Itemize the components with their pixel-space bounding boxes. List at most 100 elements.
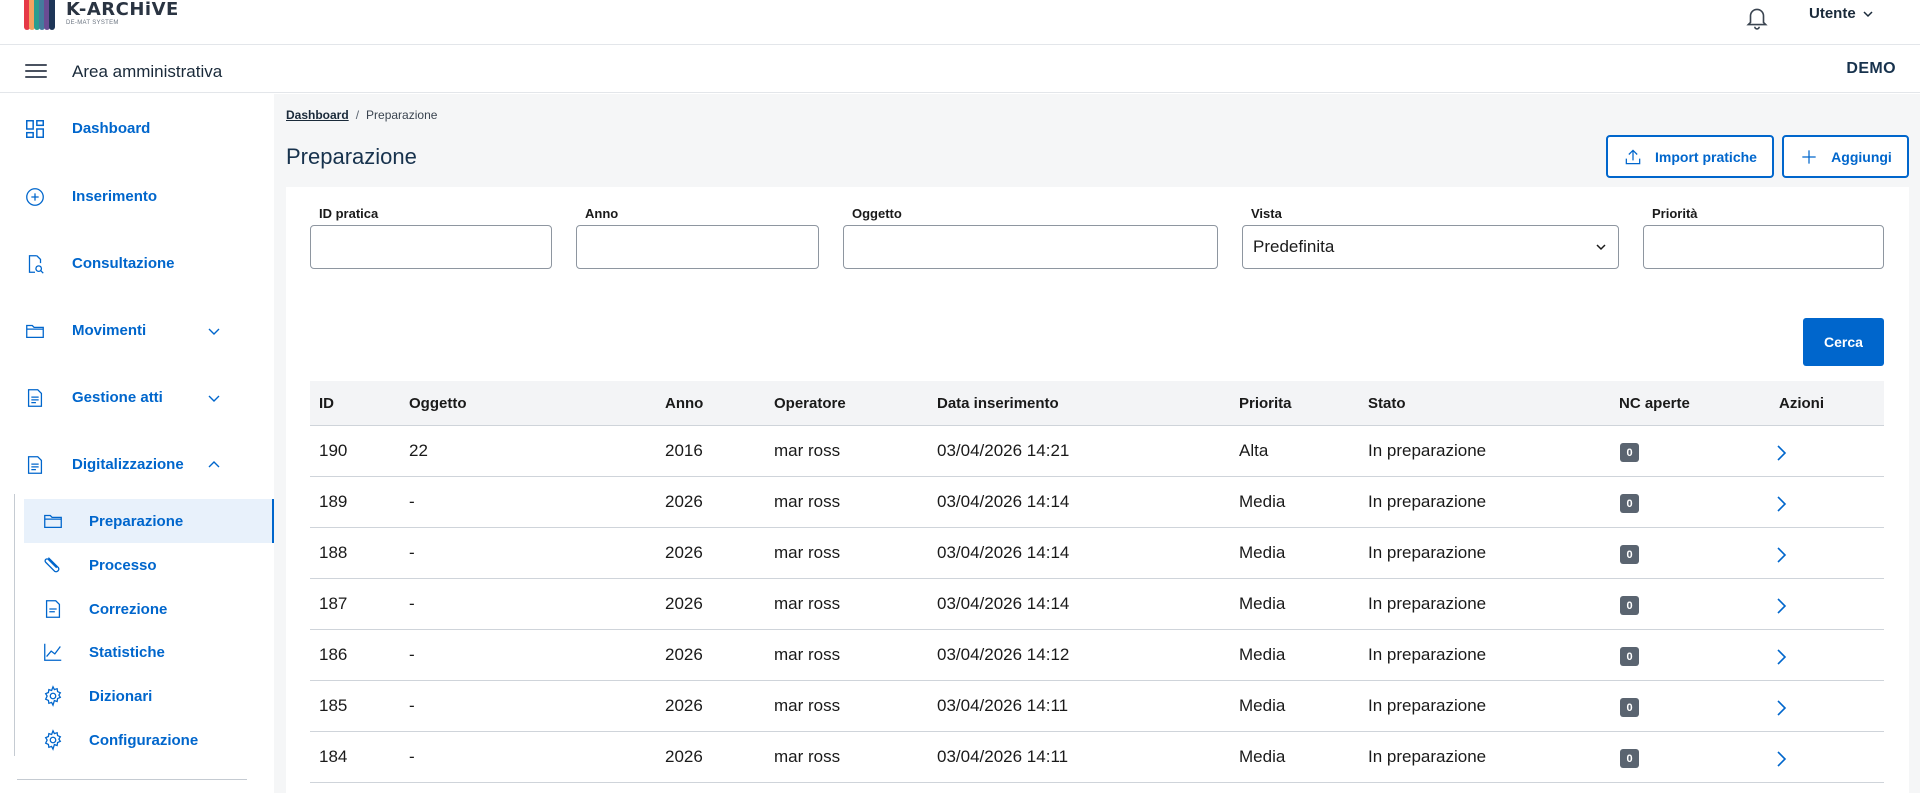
cell-stato: In preparazione xyxy=(1368,747,1487,766)
document-icon xyxy=(27,389,43,407)
hamburger-menu-icon[interactable] xyxy=(25,64,47,78)
page-title: Preparazione xyxy=(286,144,417,169)
column-header-priorita[interactable]: Priorita xyxy=(1239,395,1292,412)
chevron-right-icon[interactable] xyxy=(1770,646,1792,668)
table-row[interactable]: 189 - 2026 mar ross 03/04/2026 14:14 Med… xyxy=(310,477,1884,528)
table-row[interactable]: 187 - 2026 mar ross 03/04/2026 14:14 Med… xyxy=(310,579,1884,630)
column-header-nc-aperte[interactable]: NC aperte xyxy=(1619,395,1690,412)
nc-aperte-badge: 0 xyxy=(1620,698,1639,717)
sidebar-item-dashboard[interactable]: Dashboard xyxy=(24,114,150,144)
dashboard-grid-icon xyxy=(26,120,44,138)
main-content: Dashboard / Preparazione Preparazione Impo… xyxy=(274,94,1920,793)
column-header-operatore[interactable]: Operatore xyxy=(774,395,846,412)
search-button[interactable]: Cerca xyxy=(1803,318,1884,366)
cell-anno: 2026 xyxy=(665,492,703,511)
bell-icon[interactable] xyxy=(1744,4,1770,30)
sidebar-subitem-processo[interactable]: Processo xyxy=(24,543,274,587)
cell-id: 189 xyxy=(319,492,348,511)
sidebar-item-consultazione[interactable]: Consultazione xyxy=(24,249,175,279)
breadcrumb-current: Preparazione xyxy=(366,108,438,122)
cell-operatore: mar ross xyxy=(774,696,841,715)
cell-oggetto: - xyxy=(409,747,415,766)
cell-operatore: mar ross xyxy=(774,492,841,511)
id-pratica-input[interactable] xyxy=(310,225,552,269)
chevron-right-icon[interactable] xyxy=(1770,697,1792,719)
sidebar-item-movimenti[interactable]: Movimenti xyxy=(24,316,220,346)
cell-data-inserimento: 03/04/2026 14:11 xyxy=(937,696,1069,715)
plus-circle-icon xyxy=(26,188,44,206)
vista-select[interactable]: Predefinita xyxy=(1242,225,1619,269)
column-header-id[interactable]: ID xyxy=(319,395,334,412)
submenu-divider xyxy=(14,494,15,756)
tenant-label: DEMO xyxy=(1846,60,1896,77)
add-button[interactable]: Aggiungi xyxy=(1782,135,1909,178)
cell-operatore: mar ross xyxy=(774,441,841,460)
sidebar-item-gestione-atti[interactable]: Gestione atti xyxy=(24,383,220,413)
sidebar-item-label: Dashboard xyxy=(72,120,151,137)
chevron-right-icon[interactable] xyxy=(1770,748,1792,770)
sidebar-item-digitalizzazione[interactable]: Digitalizzazione xyxy=(24,450,220,480)
user-menu-label: Utente xyxy=(1809,5,1856,22)
nc-aperte-badge: 0 xyxy=(1620,494,1639,513)
sidebar-subitem-configurazione[interactable]: Configurazione xyxy=(24,718,274,762)
document-icon xyxy=(45,600,61,618)
sidebar-subitem-dizionari[interactable]: Dizionari xyxy=(24,674,274,718)
clip-icon xyxy=(44,557,60,573)
cell-priorita: Media xyxy=(1239,594,1286,613)
sidebar: Dashboard Inserimento Consultazione Movi… xyxy=(0,94,274,793)
table-row[interactable]: 186 - 2026 mar ross 03/04/2026 14:12 Med… xyxy=(310,630,1884,681)
cell-operatore: mar ross xyxy=(774,747,841,766)
breadcrumb-separator: / xyxy=(355,108,360,122)
sidebar-item-inserimento[interactable]: Inserimento xyxy=(24,182,157,212)
chevron-right-icon[interactable] xyxy=(1770,595,1792,617)
chevron-right-icon[interactable] xyxy=(1770,442,1792,464)
sidebar-divider xyxy=(17,779,247,780)
import-pratiche-button[interactable]: Import pratiche xyxy=(1606,135,1774,178)
cell-oggetto: - xyxy=(409,696,415,715)
cell-oggetto: - xyxy=(409,594,415,613)
area-header: Area amministrativa DEMO xyxy=(0,45,1920,93)
user-menu[interactable]: Utente xyxy=(1809,5,1874,22)
sidebar-subitem-label: Correzione xyxy=(89,601,168,618)
column-header-azioni: Azioni xyxy=(1779,395,1824,412)
logo-title: K-ARCHiVE xyxy=(66,0,179,20)
chevron-down-icon xyxy=(1863,10,1873,17)
app-logo[interactable]: K-ARCHiVE DE-MAT SYSTEM xyxy=(24,0,179,32)
cell-data-inserimento: 03/04/2026 14:14 xyxy=(937,594,1070,613)
cell-data-inserimento: 03/04/2026 14:12 xyxy=(937,645,1070,664)
sidebar-item-label: Inserimento xyxy=(72,188,158,205)
cell-priorita: Media xyxy=(1239,543,1286,562)
add-button-label: Aggiungi xyxy=(1831,148,1892,165)
column-header-data-inserimento[interactable]: Data inserimento xyxy=(937,395,1059,412)
table-row[interactable]: 184 - 2026 mar ross 03/04/2026 14:11 Med… xyxy=(310,732,1884,783)
cell-stato: In preparazione xyxy=(1368,543,1487,562)
table-row[interactable]: 190 22 2016 mar ross 03/04/2026 14:21 Al… xyxy=(310,426,1884,477)
sidebar-item-label: Consultazione xyxy=(72,255,175,272)
cell-priorita: Media xyxy=(1239,645,1286,664)
sidebar-subitem-label: Processo xyxy=(89,557,157,574)
column-header-oggetto[interactable]: Oggetto xyxy=(409,395,467,412)
cell-stato: In preparazione xyxy=(1368,441,1487,460)
table-row[interactable]: 185 - 2026 mar ross 03/04/2026 14:11 Med… xyxy=(310,681,1884,732)
breadcrumb-link-dashboard[interactable]: Dashboard xyxy=(286,108,349,122)
sidebar-subitem-correzione[interactable]: Correzione xyxy=(24,587,274,631)
sidebar-subitem-preparazione[interactable]: Preparazione xyxy=(24,499,274,543)
cell-id: 190 xyxy=(319,441,348,460)
column-header-anno[interactable]: Anno xyxy=(665,395,703,412)
priorita-input[interactable] xyxy=(1643,225,1884,269)
cell-stato: In preparazione xyxy=(1368,594,1487,613)
cell-operatore: mar ross xyxy=(774,543,841,562)
nc-aperte-badge: 0 xyxy=(1620,749,1639,768)
cell-data-inserimento: 03/04/2026 14:11 xyxy=(937,747,1069,766)
anno-input[interactable] xyxy=(576,225,819,269)
chevron-right-icon[interactable] xyxy=(1770,544,1792,566)
chevron-down-icon xyxy=(1596,244,1606,251)
column-header-stato[interactable]: Stato xyxy=(1368,395,1406,412)
cell-stato: In preparazione xyxy=(1368,492,1487,511)
chevron-right-icon[interactable] xyxy=(1770,493,1792,515)
table-row[interactable]: 188 - 2026 mar ross 03/04/2026 14:14 Med… xyxy=(310,528,1884,579)
sidebar-subitem-statistiche[interactable]: Statistiche xyxy=(24,630,274,674)
oggetto-input[interactable] xyxy=(843,225,1218,269)
gear-icon xyxy=(44,729,62,751)
gear-icon xyxy=(44,685,62,707)
